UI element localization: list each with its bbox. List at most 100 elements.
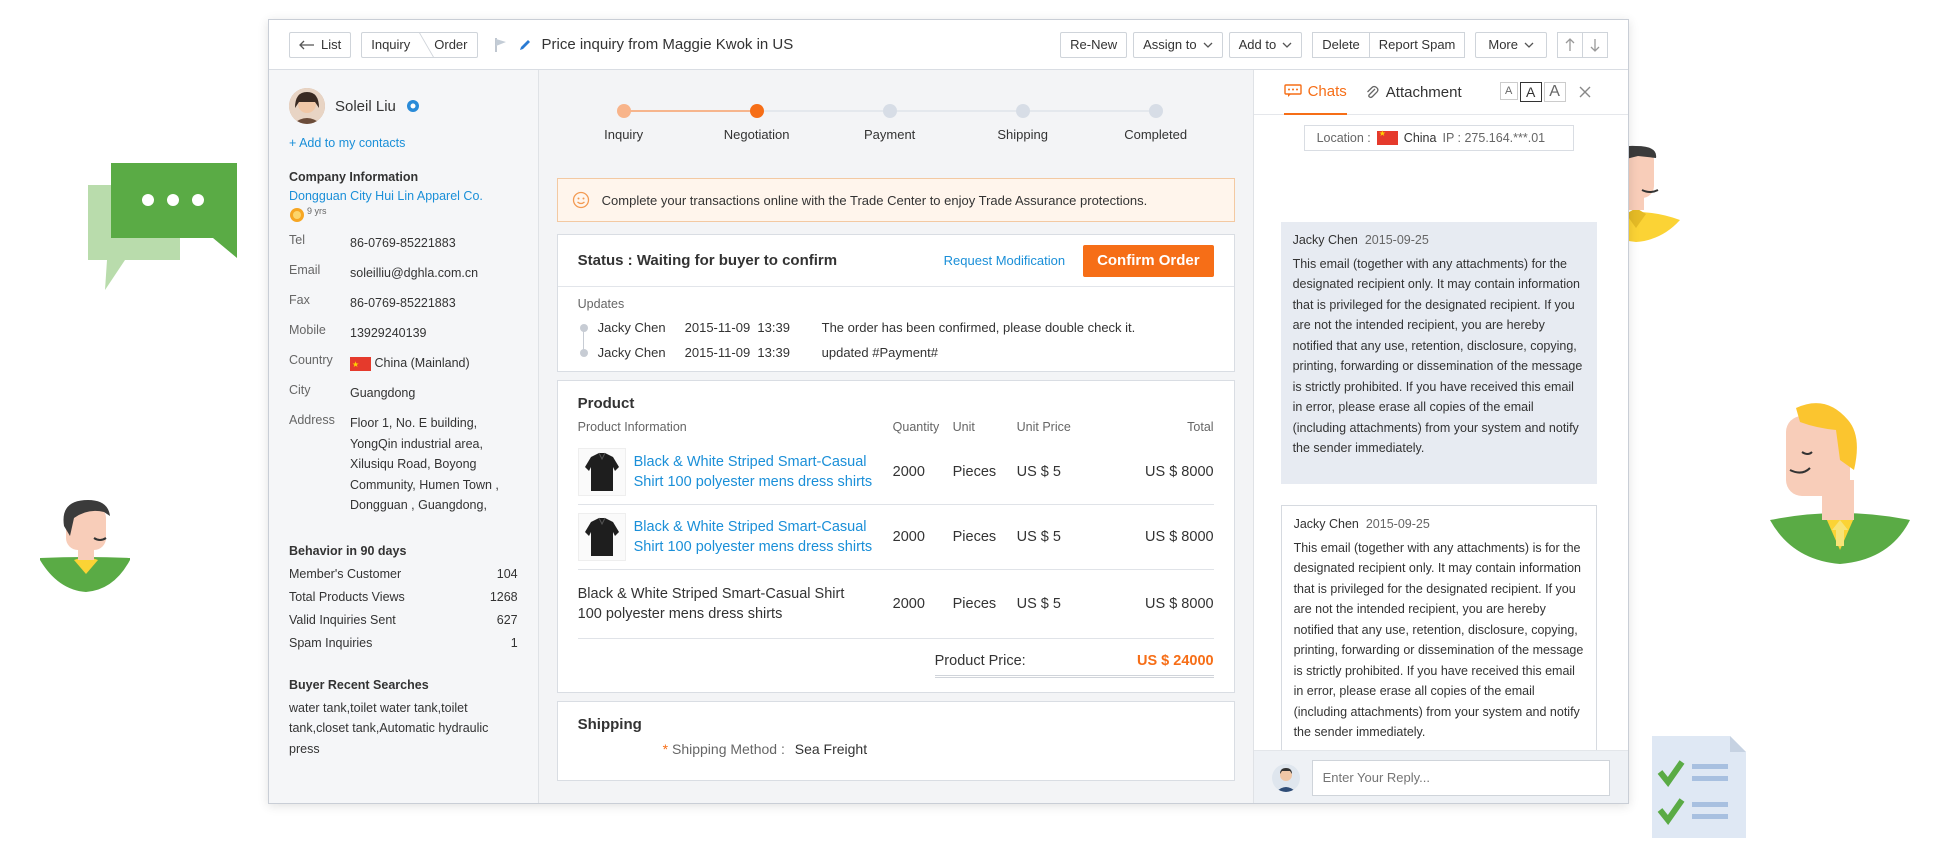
back-to-list-button[interactable]: List <box>289 31 352 58</box>
product-thumbnail[interactable] <box>577 513 626 561</box>
canvas: List Inquiry Order Price inquiry from Ma… <box>0 0 1938 864</box>
previous-button[interactable] <box>1557 31 1583 58</box>
product-name-link[interactable]: Black & White Striped Smart-Casual Shirt… <box>634 517 884 557</box>
col-unit: Unit <box>952 420 975 434</box>
contact-fields: Tel 86-0769-85221883 Email soleilliu@dghla… <box>289 233 518 516</box>
step-dot <box>1015 104 1030 118</box>
table-row: Black & White Striped Smart-Casual Shirt… <box>577 569 1214 639</box>
delete-label: Delete <box>1322 37 1360 52</box>
renew-button[interactable]: Re-New <box>1060 31 1128 58</box>
pencil-icon[interactable] <box>518 38 532 52</box>
searches-heading: Buyer Recent Searches <box>289 677 429 692</box>
chat-panel: Chats Attachment A A A Location : ★ Chin… <box>1253 70 1628 803</box>
confirm-order-button[interactable]: Confirm Order <box>1083 244 1214 277</box>
add-to-contacts-link[interactable]: + Add to my contacts <box>289 136 518 150</box>
china-flag-icon <box>1376 129 1398 145</box>
product-info-cell: Black & White Striped Smart-Casual Shirt… <box>577 504 893 570</box>
trade-assurance-notice: Complete your transactions online with t… <box>556 178 1235 222</box>
field-value: Floor 1, No. E building, YongQin industr… <box>350 416 499 512</box>
price-cell: US $ 5 <box>1016 440 1107 505</box>
company-heading: Company Information <box>289 170 419 184</box>
assign-to-dropdown[interactable]: Assign to <box>1133 31 1223 58</box>
reply-input[interactable] <box>1311 759 1610 796</box>
chevron-down-icon <box>1282 42 1292 48</box>
paperclip-icon <box>1366 85 1379 99</box>
update-message: The order has been confirmed, please dou… <box>821 320 1136 335</box>
flag-icon[interactable] <box>494 37 508 53</box>
step-dot <box>749 104 764 118</box>
step-dot <box>882 104 897 118</box>
chat-tabs: Chats Attachment A A A <box>1253 70 1628 115</box>
field-tel: Tel 86-0769-85221883 <box>289 233 518 253</box>
step-label: Shipping <box>997 127 1048 142</box>
qty-cell: 2000 <box>892 569 953 639</box>
main-body: Soleil Liu + Add to my contacts Company … <box>269 70 1628 803</box>
step-inquiry: Inquiry <box>569 104 679 142</box>
field-label: Fax <box>289 293 310 307</box>
report-spam-button[interactable]: Report Spam <box>1369 31 1466 58</box>
product-price-value: US $ 24000 <box>1136 653 1214 669</box>
company-name-link[interactable]: Dongguan City Hui Lin Apparel Co. <box>289 189 518 203</box>
badge-years: 9 yrs <box>307 206 327 216</box>
step-negotiation: Negotiation <box>702 104 812 142</box>
page-title: Price inquiry from Maggie Kwok in US <box>541 36 794 53</box>
contact-panel: Soleil Liu + Add to my contacts Company … <box>269 70 539 803</box>
font-medium-button[interactable]: A <box>1519 82 1542 102</box>
product-info: Black & White Striped Smart-Casual Shirt… <box>577 448 893 496</box>
total-cell: US $ 8000 <box>1106 569 1214 639</box>
arrow-up-icon <box>1565 37 1575 51</box>
delete-button[interactable]: Delete <box>1312 31 1370 58</box>
request-modification-link[interactable]: Request Modification <box>944 253 1065 268</box>
field-label: Email <box>289 263 321 277</box>
addto-label: Add to <box>1238 37 1277 52</box>
product-thumbnail[interactable] <box>577 448 626 496</box>
total-cell: US $ 8000 <box>1106 504 1214 570</box>
message-text: This email (together with any attachment… <box>1293 540 1584 740</box>
stat-value: 1268 <box>489 589 518 604</box>
product-info-cell: Black & White Striped Smart-Casual Shirt… <box>577 440 893 505</box>
breadcrumb-order[interactable]: Order <box>425 37 476 52</box>
font-small-button[interactable]: A <box>1499 82 1518 100</box>
china-flag-icon <box>350 355 371 375</box>
step-completed: Completed <box>1101 104 1211 142</box>
status-card: Status : Waiting for buyer to confirm Re… <box>556 234 1235 372</box>
price-cell: US $ 5 <box>1016 569 1107 639</box>
shipping-method-row: * Shipping Method : Sea Freight <box>663 741 1214 757</box>
avatar[interactable] <box>289 88 325 124</box>
close-icon[interactable] <box>1578 85 1592 99</box>
add-to-dropdown[interactable]: Add to <box>1228 31 1303 58</box>
unit-cell: Pieces <box>952 504 1017 570</box>
next-button[interactable] <box>1583 31 1608 58</box>
breadcrumb-inquiry[interactable]: Inquiry <box>362 37 419 52</box>
step-dot <box>1148 104 1163 118</box>
shipping-card: Shipping * Shipping Method : Sea Freight <box>556 701 1235 781</box>
stat-row: Member's Customer 104 <box>289 567 518 581</box>
stat-value: 104 <box>496 566 518 581</box>
message-author: Jacky Chen <box>1293 517 1359 531</box>
reply-bar <box>1253 750 1628 803</box>
message-date: 2015-09-25 <box>1365 517 1430 531</box>
message-date: 2015-09-25 <box>1364 233 1429 247</box>
field-value: Guangdong <box>350 386 416 400</box>
tab-attachment[interactable]: Attachment <box>1365 84 1462 101</box>
product-name: Black & White Striped Smart-Casual Shirt… <box>577 586 845 622</box>
font-large-button[interactable]: A <box>1543 82 1566 102</box>
chevron-down-icon <box>1524 42 1534 48</box>
chat-message: Jacky Chen 2015-09-25 This email (togeth… <box>1280 505 1597 771</box>
location-label: Location : <box>1316 131 1371 145</box>
stat-label: Total Products Views <box>289 589 405 604</box>
tab-chats[interactable]: Chats <box>1283 70 1347 115</box>
user-avatar <box>1271 763 1300 792</box>
toolbar: List Inquiry Order Price inquiry from Ma… <box>269 20 1628 70</box>
required-marker: * <box>662 741 672 757</box>
updates-label: Updates <box>577 297 625 311</box>
update-row: Jacky Chen 2015-11-09 13:39 updated #Payme… <box>578 340 1214 365</box>
buyer-location: Location : China IP : 275.164.***.01 <box>1303 125 1574 151</box>
more-dropdown[interactable]: More <box>1475 31 1547 58</box>
product-price-summary: Product Price: US $ 24000 <box>934 653 1214 678</box>
field-value[interactable]: soleilliu@dghla.com.cn <box>350 263 518 283</box>
field-label: Address <box>289 413 335 427</box>
product-info-cell: Black & White Striped Smart-Casual Shirt… <box>577 569 893 639</box>
product-name-link[interactable]: Black & White Striped Smart-Casual Shirt… <box>634 452 884 492</box>
qty-cell: 2000 <box>892 504 953 570</box>
